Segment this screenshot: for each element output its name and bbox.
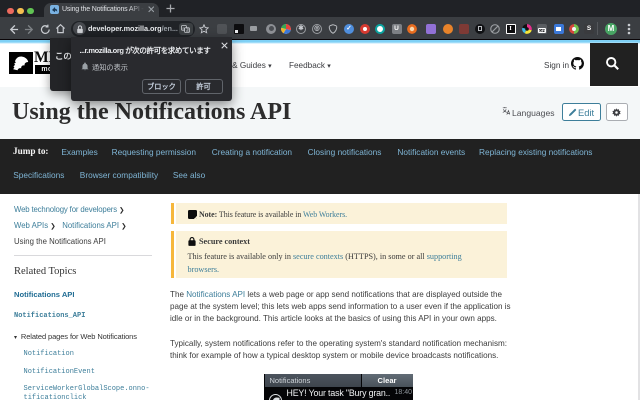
svg-text:あ: あ (186, 27, 190, 32)
